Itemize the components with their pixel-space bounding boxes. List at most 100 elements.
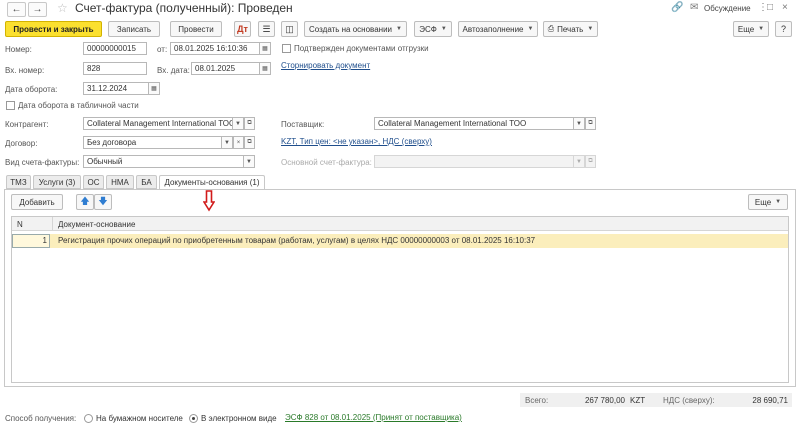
- contract-label: Договор:: [5, 139, 38, 148]
- esf-link[interactable]: ЭСФ 828 от 08.01.2025 (Принят от поставщ…: [285, 413, 462, 422]
- number-field[interactable]: 00000000015: [83, 42, 147, 55]
- column-n[interactable]: N: [17, 220, 23, 229]
- column-base-document[interactable]: Документ-основание: [58, 220, 135, 229]
- table-more-button[interactable]: Еще ▼: [748, 194, 788, 210]
- chevron-down-icon: ▼: [574, 155, 585, 168]
- create-based-on-button[interactable]: Создать на основании ▼: [304, 21, 407, 37]
- dropdown-icon: ▼: [396, 26, 402, 32]
- down-arrow-annotation-icon: [203, 190, 215, 212]
- calendar-icon[interactable]: ▦: [260, 62, 271, 75]
- total-value: 267 780,00: [584, 396, 625, 405]
- column-divider: [52, 217, 53, 231]
- calendar-icon[interactable]: ▦: [260, 42, 271, 55]
- confirmed-label: Подтвержден документами отгрузки: [294, 44, 429, 53]
- turnover-in-table-label: Дата оборота в табличной части: [18, 101, 139, 110]
- tab-os[interactable]: ОС: [83, 175, 104, 189]
- add-button[interactable]: Добавить: [11, 194, 63, 210]
- turnover-label: Дата оборота:: [5, 85, 58, 94]
- turnover-in-table-checkbox[interactable]: [6, 101, 15, 110]
- electronic-label: В электронном виде: [201, 414, 277, 423]
- print-button[interactable]: ⎙ Печать ▼: [543, 21, 598, 37]
- receipt-method-label: Способ получения:: [5, 414, 77, 423]
- main-invoice-label: Основной счет-фактура:: [281, 158, 372, 167]
- in-date-field[interactable]: 08.01.2025: [191, 62, 260, 75]
- open-icon[interactable]: ⧉: [585, 117, 596, 130]
- chevron-down-icon[interactable]: ▼: [233, 117, 244, 130]
- clear-icon[interactable]: ×: [233, 136, 244, 149]
- tab-nma[interactable]: НМА: [106, 175, 134, 189]
- open-icon[interactable]: ⧉: [244, 117, 255, 130]
- counterparty-field[interactable]: Collateral Management International ТОО: [83, 117, 233, 130]
- storno-link[interactable]: Сторнировать документ: [281, 61, 370, 70]
- tab-tmz[interactable]: ТМЗ: [6, 175, 31, 189]
- debit-credit-icon[interactable]: Дт: [234, 21, 251, 37]
- in-number-field[interactable]: 828: [83, 62, 147, 75]
- favorite-star-icon[interactable]: ☆: [57, 1, 68, 15]
- paper-radio[interactable]: [84, 414, 93, 423]
- esf-button[interactable]: ЭСФ ▼: [414, 21, 452, 37]
- row-number: 1: [42, 236, 47, 245]
- structure-icon[interactable]: ◫: [281, 21, 298, 37]
- open-icon: ⧉: [585, 155, 596, 168]
- forward-button[interactable]: →: [28, 2, 47, 17]
- totals-bar: Всего: 267 780,00 KZT НДС (сверху): 28 6…: [520, 393, 792, 407]
- in-number-label: Вх. номер:: [5, 66, 45, 75]
- dropdown-icon: ▼: [440, 26, 447, 32]
- document-list-icon[interactable]: ☰: [258, 21, 275, 37]
- date-field[interactable]: 08.01.2025 16:10:36: [170, 42, 260, 55]
- post-and-close-button[interactable]: Провести и закрыть: [5, 21, 102, 37]
- price-type-link[interactable]: KZT, Тип цен: <не указан>, НДС (сверху): [281, 137, 432, 146]
- link-icon[interactable]: 🔗: [671, 2, 683, 13]
- arrow-right-icon: →: [32, 4, 43, 15]
- move-down-icon[interactable]: 🡇: [94, 194, 112, 210]
- maximize-icon[interactable]: □: [767, 2, 773, 13]
- total-label: Всего:: [525, 396, 549, 405]
- open-icon[interactable]: ⧉: [244, 136, 255, 149]
- chevron-down-icon[interactable]: ▼: [222, 136, 233, 149]
- supplier-field[interactable]: Collateral Management International ТОО: [374, 117, 574, 130]
- supplier-label: Поставщик:: [281, 120, 325, 129]
- comment-icon[interactable]: ✉: [690, 2, 698, 13]
- vat-value: 28 690,71: [752, 396, 788, 405]
- invoice-type-label: Вид счета-фактуры:: [5, 158, 80, 167]
- dropdown-icon: ▼: [775, 199, 782, 205]
- invoice-type-field[interactable]: Обычный: [83, 155, 244, 168]
- confirmed-checkbox[interactable]: [282, 44, 291, 53]
- arrow-left-icon: ←: [11, 4, 22, 15]
- printer-icon: ⎙: [547, 24, 555, 33]
- post-button[interactable]: Провести: [170, 21, 222, 37]
- dropdown-icon: ▼: [758, 26, 765, 32]
- chevron-down-icon[interactable]: ▼: [244, 155, 255, 168]
- autofill-button[interactable]: Автозаполнение ▼: [458, 21, 538, 37]
- calendar-icon[interactable]: ▦: [149, 82, 160, 95]
- table-header: N Документ-основание: [12, 217, 788, 231]
- from-label: от:: [157, 45, 168, 54]
- dropdown-icon: ▼: [527, 26, 534, 32]
- contract-field[interactable]: Без договора: [83, 136, 222, 149]
- counterparty-label: Контрагент:: [5, 120, 49, 129]
- row-document: Регистрация прочих операций по приобрете…: [58, 236, 536, 245]
- close-icon[interactable]: ×: [782, 2, 788, 13]
- turnover-date-field[interactable]: 31.12.2024: [83, 82, 149, 95]
- window-title: Счет-фактура (полученный): Проведен: [75, 1, 293, 15]
- tab-services[interactable]: Услуги (3): [33, 175, 81, 189]
- save-button[interactable]: Записать: [108, 21, 160, 37]
- move-up-icon[interactable]: 🡅: [76, 194, 94, 210]
- total-currency: KZT: [630, 396, 646, 405]
- electronic-radio[interactable]: [189, 414, 198, 423]
- vat-label: НДС (сверху):: [663, 396, 715, 405]
- dropdown-icon: ▼: [587, 26, 594, 32]
- number-label: Номер:: [5, 45, 32, 54]
- chevron-down-icon[interactable]: ▼: [574, 117, 585, 130]
- in-date-label: Вх. дата:: [157, 66, 190, 75]
- back-button[interactable]: ←: [7, 2, 26, 17]
- discuss-button[interactable]: Обсуждение: [704, 4, 751, 13]
- tab-base-documents[interactable]: Документы-основания (1): [159, 175, 265, 190]
- help-button[interactable]: ?: [775, 21, 792, 37]
- paper-label: На бумажном носителе: [96, 414, 183, 423]
- table-row[interactable]: 1 Регистрация прочих операций по приобре…: [12, 234, 788, 248]
- more-button[interactable]: Еще ▼: [733, 21, 769, 37]
- tab-ba[interactable]: БА: [136, 175, 157, 189]
- base-documents-table[interactable]: N Документ-основание 1 Регистрация прочи…: [11, 216, 789, 383]
- main-invoice-field: [374, 155, 574, 168]
